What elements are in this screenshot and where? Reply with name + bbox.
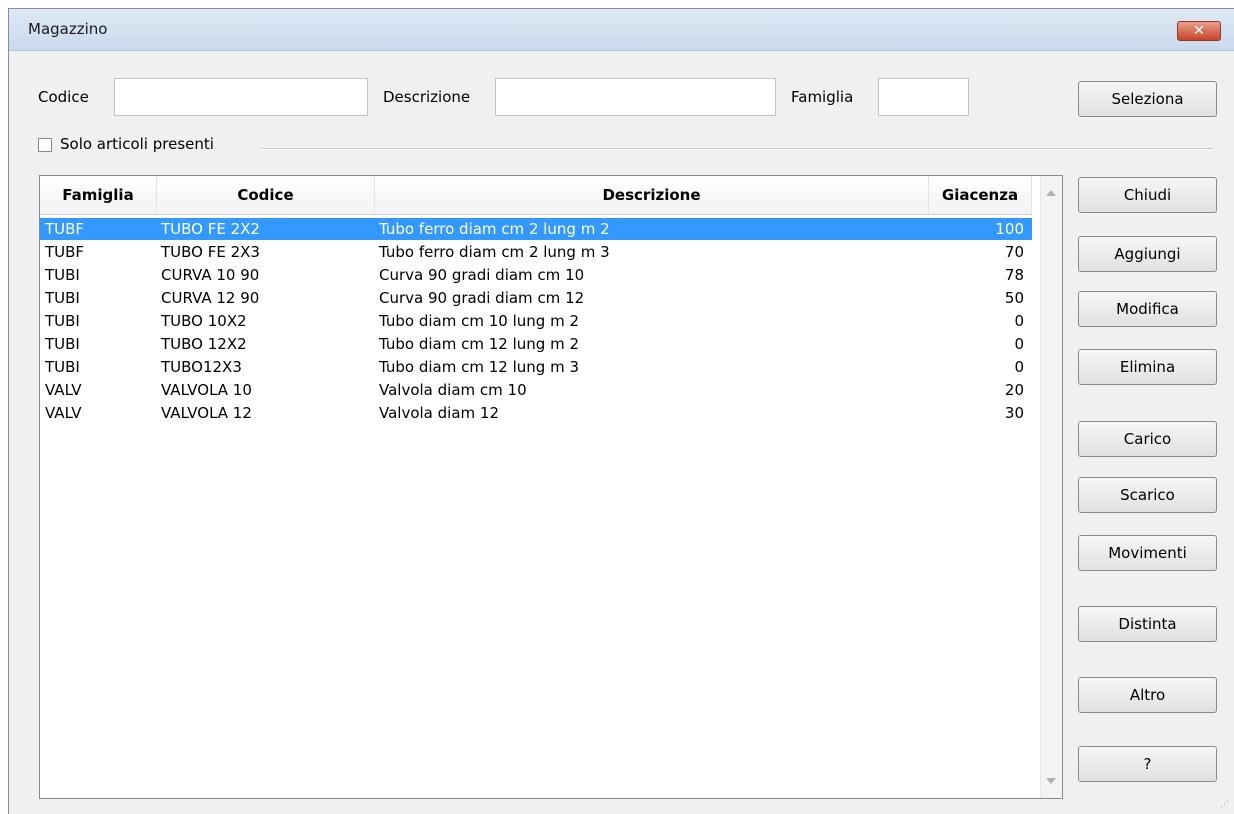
- table-row[interactable]: TUBF TUBO FE 2X2 Tubo ferro diam cm 2 lu…: [40, 218, 1032, 240]
- close-window-button[interactable]: ✕: [1177, 21, 1221, 41]
- column-header-codice[interactable]: Codice: [157, 176, 375, 214]
- cell-famiglia: TUBI: [45, 266, 80, 284]
- cell-codice: TUBO 10X2: [161, 312, 247, 330]
- descrizione-label: Descrizione: [383, 88, 471, 106]
- vertical-scrollbar[interactable]: [1040, 176, 1062, 798]
- help-button[interactable]: ?: [1078, 746, 1217, 782]
- cell-giacenza: 0: [1014, 358, 1024, 376]
- cell-famiglia: TUBI: [45, 289, 80, 307]
- movimenti-button[interactable]: Movimenti: [1078, 535, 1217, 571]
- table-row[interactable]: TUBI CURVA 12 90 Curva 90 gradi diam cm …: [40, 287, 1032, 309]
- codice-input[interactable]: [114, 78, 368, 116]
- cell-famiglia: VALV: [45, 404, 82, 422]
- cell-giacenza: 0: [1014, 312, 1024, 330]
- cell-descrizione: Tubo diam cm 12 lung m 2: [379, 335, 579, 353]
- cell-codice: VALVOLA 10: [161, 381, 252, 399]
- cell-famiglia: TUBI: [45, 335, 80, 353]
- seleziona-button[interactable]: Seleziona: [1078, 81, 1217, 117]
- aggiungi-button[interactable]: Aggiungi: [1078, 236, 1217, 272]
- only-present-checkbox[interactable]: [38, 138, 52, 152]
- cell-descrizione: Tubo ferro diam cm 2 lung m 3: [379, 243, 610, 261]
- close-icon: ✕: [1193, 23, 1205, 39]
- cell-descrizione: Curva 90 gradi diam cm 10: [379, 266, 585, 284]
- scarico-button[interactable]: Scarico: [1078, 477, 1217, 513]
- famiglia-label: Famiglia: [791, 88, 854, 106]
- column-header-famiglia[interactable]: Famiglia: [40, 176, 157, 214]
- cell-descrizione: Tubo ferro diam cm 2 lung m 2: [379, 220, 610, 238]
- articles-table[interactable]: Famiglia Codice Descrizione Giacenza TUB…: [39, 175, 1063, 799]
- cell-famiglia: TUBI: [45, 312, 80, 330]
- cell-codice: CURVA 10 90: [161, 266, 260, 284]
- cell-giacenza: 20: [1004, 381, 1024, 399]
- cell-codice: CURVA 12 90: [161, 289, 260, 307]
- cell-descrizione: Tubo diam cm 12 lung m 3: [379, 358, 579, 376]
- codice-label: Codice: [38, 88, 89, 106]
- distinta-button[interactable]: Distinta: [1078, 606, 1217, 642]
- window-title: Magazzino: [28, 20, 108, 38]
- cell-descrizione: Curva 90 gradi diam cm 12: [379, 289, 585, 307]
- resize-grip-icon[interactable]: ⋰: [1220, 800, 1230, 810]
- chevron-down-icon[interactable]: [1046, 778, 1056, 784]
- cell-famiglia: TUBF: [45, 243, 85, 261]
- cell-codice: TUBO FE 2X2: [161, 220, 260, 238]
- altro-button[interactable]: Altro: [1078, 677, 1217, 713]
- cell-giacenza: 50: [1004, 289, 1024, 307]
- table-row[interactable]: TUBI TUBO12X3 Tubo diam cm 12 lung m 3 0: [40, 356, 1032, 378]
- cell-codice: TUBO12X3: [161, 358, 242, 376]
- descrizione-input[interactable]: [495, 78, 776, 116]
- chiudi-button[interactable]: Chiudi: [1078, 177, 1217, 213]
- cell-descrizione: Valvola diam cm 10: [379, 381, 527, 399]
- cell-giacenza: 100: [995, 220, 1024, 238]
- chevron-up-icon[interactable]: [1046, 190, 1056, 196]
- cell-descrizione: Tubo diam cm 10 lung m 2: [379, 312, 579, 330]
- cell-codice: TUBO FE 2X3: [161, 243, 260, 261]
- only-present-label[interactable]: Solo articoli presenti: [60, 135, 214, 153]
- table-header: Famiglia Codice Descrizione Giacenza: [40, 176, 1032, 215]
- title-bar[interactable]: Magazzino ✕: [9, 9, 1234, 51]
- famiglia-input[interactable]: [878, 78, 969, 116]
- carico-button[interactable]: Carico: [1078, 421, 1217, 457]
- cell-codice: TUBO 12X2: [161, 335, 247, 353]
- cell-giacenza: 78: [1004, 266, 1024, 284]
- modifica-button[interactable]: Modifica: [1078, 291, 1217, 327]
- magazzino-window: Magazzino ✕ Codice Descrizione Famiglia …: [8, 8, 1234, 814]
- cell-giacenza: 0: [1014, 335, 1024, 353]
- table-row[interactable]: TUBI CURVA 10 90 Curva 90 gradi diam cm …: [40, 264, 1032, 286]
- cell-famiglia: TUBI: [45, 358, 80, 376]
- table-row[interactable]: VALV VALVOLA 12 Valvola diam 12 30: [40, 402, 1032, 424]
- cell-famiglia: TUBF: [45, 220, 85, 238]
- column-header-giacenza[interactable]: Giacenza: [929, 176, 1032, 214]
- elimina-button[interactable]: Elimina: [1078, 349, 1217, 385]
- cell-famiglia: VALV: [45, 381, 82, 399]
- group-divider: [262, 148, 1213, 150]
- cell-descrizione: Valvola diam 12: [379, 404, 499, 422]
- cell-giacenza: 30: [1004, 404, 1024, 422]
- table-row[interactable]: TUBF TUBO FE 2X3 Tubo ferro diam cm 2 lu…: [40, 241, 1032, 263]
- cell-giacenza: 70: [1004, 243, 1024, 261]
- column-header-descrizione[interactable]: Descrizione: [375, 176, 929, 214]
- table-row[interactable]: TUBI TUBO 10X2 Tubo diam cm 10 lung m 2 …: [40, 310, 1032, 332]
- table-row[interactable]: TUBI TUBO 12X2 Tubo diam cm 12 lung m 2 …: [40, 333, 1032, 355]
- cell-codice: VALVOLA 12: [161, 404, 252, 422]
- table-row[interactable]: VALV VALVOLA 10 Valvola diam cm 10 20: [40, 379, 1032, 401]
